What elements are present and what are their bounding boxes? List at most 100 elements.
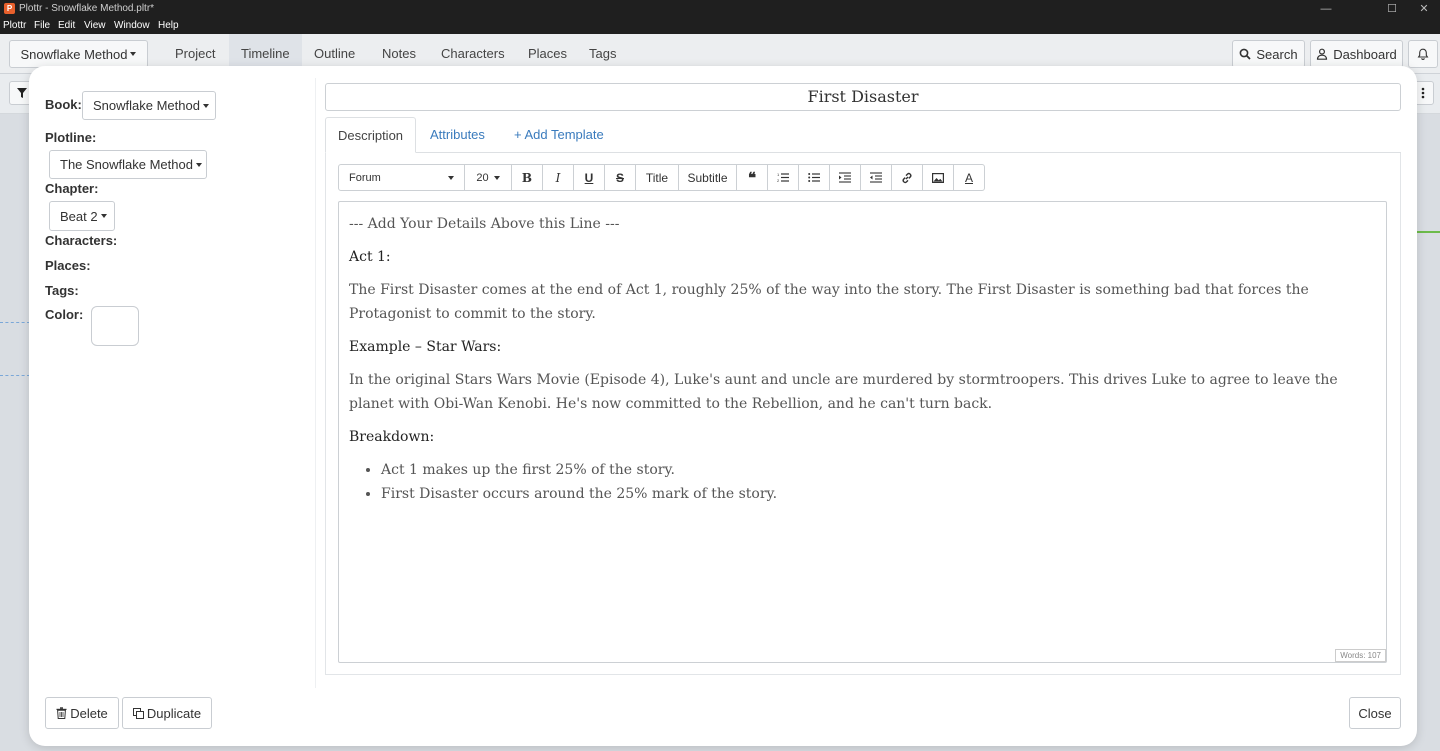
dialog-divider xyxy=(315,78,316,688)
paragraph-act-1: The First Disaster comes at the end of A… xyxy=(349,282,1309,322)
search-label: Search xyxy=(1256,46,1298,62)
word-count: Words: 107 xyxy=(1335,649,1386,662)
bold-icon: B xyxy=(521,170,533,185)
italic-icon: I xyxy=(555,170,561,185)
indent-button[interactable] xyxy=(830,164,861,191)
delete-button[interactable]: Delete xyxy=(45,697,119,729)
breakdown-list: Act 1 makes up the first 25% of the stor… xyxy=(349,458,1376,506)
notifications-button[interactable] xyxy=(1408,40,1438,68)
font-color-button[interactable]: A xyxy=(954,164,985,191)
paragraph-example: In the original Stars Wars Movie (Episod… xyxy=(349,372,1338,412)
blockquote-button[interactable]: ❝ xyxy=(737,164,768,191)
image-icon xyxy=(932,172,944,183)
menubar: Plottr File Edit View Window Help xyxy=(0,18,1440,34)
caret-down-icon xyxy=(195,162,202,167)
dashboard-label: Dashboard xyxy=(1333,46,1397,62)
separator-line: --- Add Your Details Above this Line --- xyxy=(349,216,620,232)
caret-down-icon xyxy=(100,214,107,218)
dashboard-button[interactable]: Dashboard xyxy=(1310,40,1403,68)
menu-plottr[interactable]: Plottr xyxy=(3,20,26,31)
project-dropdown[interactable]: Snowflake Method xyxy=(9,40,148,68)
window-titlebar: P Plottr - Snowflake Method.pltr* — ☐ ✕ xyxy=(0,0,1440,18)
duplicate-icon xyxy=(132,707,144,719)
plotline-line xyxy=(1417,231,1440,233)
caret-down-icon xyxy=(202,103,209,108)
list-item: First Disaster occurs around the 25% mar… xyxy=(381,482,1376,506)
svg-text:1: 1 xyxy=(777,172,780,177)
menu-file[interactable]: File xyxy=(34,20,50,31)
font-size-select[interactable]: 20 xyxy=(465,164,512,191)
project-dropdown-label: Snowflake Method xyxy=(20,46,128,62)
caret-down-icon xyxy=(130,52,137,56)
tags-label[interactable]: Tags: xyxy=(45,283,79,298)
link-button[interactable] xyxy=(892,164,923,191)
duplicate-button[interactable]: Duplicate xyxy=(122,697,212,729)
timeline-card-placeholder xyxy=(0,322,30,376)
font-color-icon: A xyxy=(964,170,973,185)
minimize-button[interactable]: — xyxy=(1304,0,1348,18)
font-size-value: 20 xyxy=(476,171,489,184)
trash-icon xyxy=(56,707,67,719)
list-item: Act 1 makes up the first 25% of the stor… xyxy=(381,458,1376,482)
font-family-value: Forum xyxy=(349,171,381,184)
more-vertical-icon xyxy=(1421,87,1425,99)
plotline-dropdown[interactable]: The Snowflake Method xyxy=(49,150,207,179)
italic-button[interactable]: I xyxy=(543,164,574,191)
heading-act-1: Act 1: xyxy=(349,249,391,265)
characters-label[interactable]: Characters: xyxy=(45,233,117,248)
search-button[interactable]: Search xyxy=(1232,40,1305,68)
font-family-select[interactable]: Forum xyxy=(338,164,465,191)
ordered-list-button[interactable]: 12 xyxy=(768,164,799,191)
card-tabs: Description Attributes + Add Template xyxy=(325,117,1401,153)
chapter-dropdown[interactable]: Beat 2 xyxy=(49,201,115,231)
close-button[interactable]: Close xyxy=(1349,697,1401,729)
plotline-label: Plotline: xyxy=(45,130,97,145)
user-icon xyxy=(1317,48,1328,60)
plottr-app-icon: P xyxy=(4,3,15,14)
plotline-dropdown-value: The Snowflake Method xyxy=(60,157,193,172)
bullet-list-icon xyxy=(808,173,820,182)
subtitle-style-button[interactable]: Subtitle xyxy=(679,164,737,191)
menu-view[interactable]: View xyxy=(84,20,106,31)
bold-button[interactable]: B xyxy=(512,164,543,191)
menu-window[interactable]: Window xyxy=(114,20,150,31)
chapter-dropdown-value: Beat 2 xyxy=(60,208,98,224)
heading-breakdown: Breakdown: xyxy=(349,429,435,445)
bullet-list-button[interactable] xyxy=(799,164,830,191)
tab-attributes[interactable]: Attributes xyxy=(418,117,497,153)
svg-text:2: 2 xyxy=(777,178,780,183)
color-swatch[interactable] xyxy=(91,306,139,346)
scene-card-dialog: Book: Snowflake Method Plotline: The Sno… xyxy=(29,66,1417,746)
chapter-label: Chapter: xyxy=(45,181,99,196)
heading-example: Example – Star Wars: xyxy=(349,339,502,355)
window-title: Plottr - Snowflake Method.pltr* xyxy=(19,3,155,14)
add-template-link[interactable]: + Add Template xyxy=(502,117,616,153)
duplicate-label: Duplicate xyxy=(146,705,202,721)
outdent-button[interactable] xyxy=(861,164,892,191)
delete-label: Delete xyxy=(70,705,108,721)
title-style-button[interactable]: Title xyxy=(636,164,679,191)
tab-description[interactable]: Description xyxy=(325,117,417,153)
quote-icon: ❝ xyxy=(747,169,757,187)
places-label[interactable]: Places: xyxy=(45,258,91,273)
description-editor[interactable]: --- Add Your Details Above this Line ---… xyxy=(338,201,1387,663)
menu-help[interactable]: Help xyxy=(158,20,179,31)
book-label: Book: xyxy=(45,97,82,112)
caret-down-icon xyxy=(448,175,454,180)
close-window-button[interactable]: ✕ xyxy=(1402,0,1440,18)
filter-icon xyxy=(17,88,27,98)
underline-button[interactable]: U xyxy=(574,164,605,191)
search-icon xyxy=(1239,48,1252,60)
bell-icon xyxy=(1417,48,1429,60)
book-dropdown-value: Snowflake Method xyxy=(93,98,200,113)
strikethrough-button[interactable]: S xyxy=(605,164,636,191)
rich-text-toolbar: Forum 20 B I U S Title Subtitle ❝ 12 A xyxy=(338,164,985,191)
caret-down-icon xyxy=(493,175,500,180)
underline-icon: U xyxy=(584,170,594,185)
image-button[interactable] xyxy=(923,164,954,191)
link-icon xyxy=(902,172,912,183)
book-dropdown[interactable]: Snowflake Method xyxy=(82,91,216,120)
card-title-input[interactable]: First Disaster xyxy=(325,83,1401,111)
indent-icon xyxy=(839,172,851,183)
menu-edit[interactable]: Edit xyxy=(58,20,75,31)
